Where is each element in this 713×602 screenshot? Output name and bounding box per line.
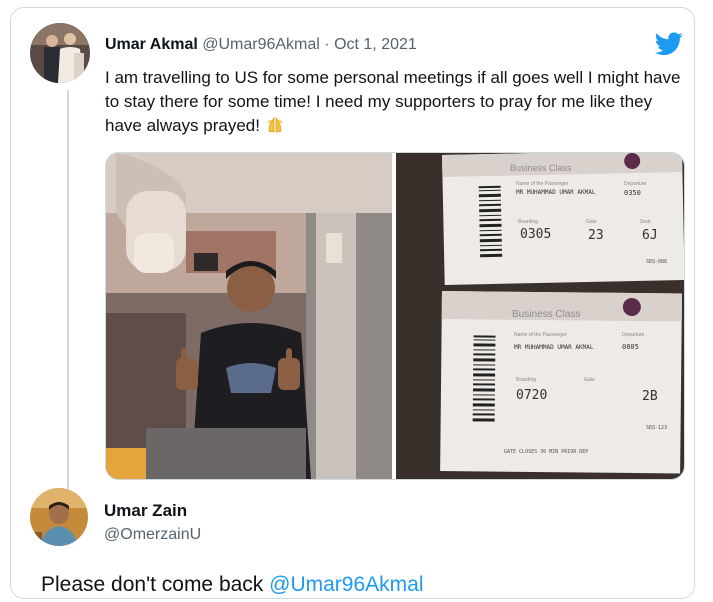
praying-hands-emoji-icon <box>265 115 285 135</box>
reply-author-handle[interactable]: @OmerzainU <box>104 526 201 544</box>
bp1-gate: 23 <box>588 228 604 243</box>
bp1-boarding-time: 0305 <box>520 227 551 242</box>
bp1-passenger-label: Name of the Passenger <box>516 181 569 187</box>
tweet-media[interactable]: Business Class Name of the Passenger Dep… <box>105 152 685 480</box>
quoted-tweet-text: I am travelling to US for some personal … <box>105 66 685 138</box>
bp1-seat-label: Seat <box>640 219 651 225</box>
thread-line <box>67 90 69 490</box>
bp1-boarding-label: Boarding <box>518 219 538 225</box>
bp2-passenger-label: Name of the Passenger <box>514 332 567 338</box>
quoted-tweet-body: I am travelling to US for some personal … <box>105 68 681 135</box>
bp2-departure-label: Departure <box>622 332 644 338</box>
bp2-boarding-time: 0720 <box>516 388 547 403</box>
bp2-seat: 2B <box>642 389 658 404</box>
bp1-class: Business Class <box>510 163 572 173</box>
bp2-passenger-name: MR MUHAMMAD UMAR AKMAL <box>514 344 594 351</box>
quoted-author-name[interactable]: Umar Akmal <box>105 36 198 53</box>
twitter-bird-icon[interactable] <box>654 32 683 56</box>
quoted-tweet-header: Umar Akmal @Umar96Akmal · Oct 1, 2021 <box>105 36 417 54</box>
bp1-departure-time: 0350 <box>624 189 641 197</box>
bp2-gate-closes: GATE CLOSES 30 MIN PRIOR DEP <box>504 449 588 455</box>
reply-author-name[interactable]: Umar Zain <box>104 501 187 521</box>
bp2-boarding-label: Boarding <box>516 377 536 383</box>
reply-mention-link[interactable]: @Umar96Akmal <box>269 573 423 596</box>
reply-body: Please don't come back <box>41 573 270 596</box>
bp2-gate-label: Gate <box>584 377 595 383</box>
reply-text: Please don't come back @Umar96Akmal <box>41 573 424 597</box>
bp1-departure-label: Departure <box>624 181 646 187</box>
bp1-seq: SEQ-088 <box>646 259 667 265</box>
bp1-passenger-name: MR MUHAMMAD UMAR AKMAL <box>516 189 596 196</box>
header-separator: · <box>319 36 335 53</box>
cabin-photo[interactable] <box>106 153 392 479</box>
reply-author-avatar[interactable] <box>30 488 88 546</box>
bp2-class: Business Class <box>512 309 580 320</box>
bp1-gate-label: Gate <box>586 219 597 225</box>
quoted-author-handle[interactable]: @Umar96Akmal <box>202 36 320 53</box>
bp2-seq: SEQ-123 <box>646 425 667 431</box>
quoted-tweet-date[interactable]: Oct 1, 2021 <box>334 36 417 53</box>
bp1-seat: 6J <box>642 228 658 243</box>
boarding-passes-photo[interactable]: Business Class Name of the Passenger Dep… <box>396 153 684 479</box>
quoted-author-avatar[interactable] <box>30 23 90 83</box>
bp2-departure-time: 0805 <box>622 343 639 351</box>
tweet-card: Umar Akmal @Umar96Akmal · Oct 1, 2021 I … <box>10 7 695 599</box>
